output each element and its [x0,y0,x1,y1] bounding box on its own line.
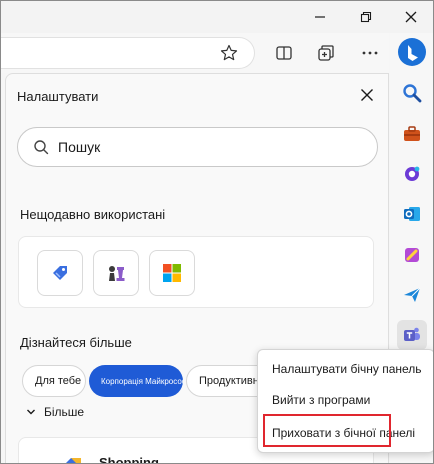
tag-icon[interactable] [37,250,83,296]
panel-title: Налаштувати [17,89,99,104]
search-box[interactable] [17,127,378,167]
microsoft-logo-icon[interactable] [149,250,195,296]
chip-for-you[interactable]: Для тебе [22,365,86,397]
search-icon [33,139,49,160]
shopping-icon [59,456,83,463]
outlook-icon[interactable] [397,199,427,229]
more-toggle[interactable]: Більше [26,405,84,419]
chip-microsoft[interactable]: Корпорація Майкрософт [89,365,183,397]
more-dots-icon[interactable] [358,41,382,65]
title-bar [1,1,433,33]
search-input[interactable] [58,137,358,157]
more-label: Більше [44,405,85,419]
send-icon[interactable] [397,280,427,310]
recent-apps-card [18,236,374,308]
recent-section-title: Нещодавно використані [20,207,166,222]
bing-icon[interactable] [397,37,427,67]
menu-item-customize-sidebar[interactable]: Налаштувати бічну панель [272,362,422,376]
learn-more-title: Дізнайтеся більше [20,335,132,350]
chess-icon[interactable] [93,250,139,296]
address-bar-row [1,33,389,73]
minimize-icon[interactable] [308,5,332,29]
shopping-label: Shopping [99,455,159,464]
chevron-down-icon [27,409,35,415]
collections-icon[interactable] [314,41,338,65]
browser-window: Налаштувати Нещодавно використані Дізнай… [0,0,434,464]
highlight-box [263,414,391,447]
context-menu: Налаштувати бічну панель Вийти з програм… [257,349,433,453]
close-icon[interactable] [356,84,378,106]
split-screen-icon[interactable] [272,41,296,65]
designer-icon[interactable] [397,240,427,270]
close-icon[interactable] [399,5,423,29]
star-icon[interactable] [217,41,241,65]
search-icon[interactable] [397,78,427,108]
teams-icon[interactable] [397,320,427,350]
games-icon[interactable] [397,159,427,189]
toolbox-icon[interactable] [397,119,427,149]
menu-item-exit-app[interactable]: Вийти з програми [272,393,370,407]
restore-icon[interactable] [354,5,378,29]
